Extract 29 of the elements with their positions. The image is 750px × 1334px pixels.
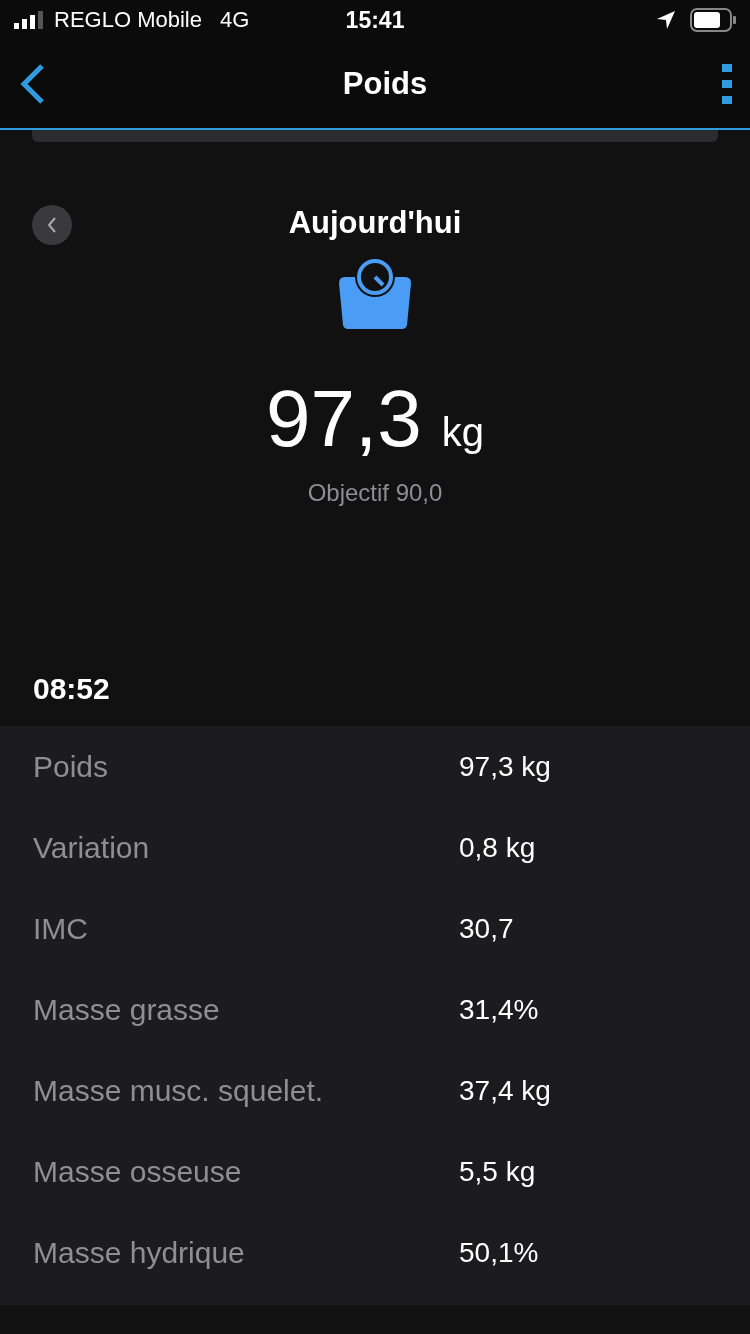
network-type: 4G [219, 7, 250, 33]
metric-value: 5,5 kg [459, 1155, 536, 1188]
chevron-left-icon [45, 216, 59, 234]
metric-label: Masse grasse [33, 992, 221, 1027]
previous-day-button[interactable] [32, 205, 72, 245]
weight-value: 97,3 [266, 373, 422, 465]
battery-icon [690, 8, 736, 32]
metric-label: Masse hydrique [33, 1235, 246, 1270]
carrier-name: REGLO Mobile [54, 7, 202, 33]
signal-icon [14, 11, 46, 29]
metric-value: 30,7 [459, 912, 514, 945]
metric-value: 31,4% [459, 993, 539, 1026]
metric-value: 37,4 kg [459, 1074, 551, 1107]
metric-value: 0,8 kg [459, 831, 536, 864]
metric-value: 50,1% [459, 1236, 539, 1269]
entry-time: 08:52 [32, 671, 111, 707]
metric-value: 97,3 kg [459, 750, 551, 783]
metric-label: Masse osseuse [33, 1154, 243, 1189]
metric-label: Variation [33, 830, 151, 865]
status-time: 15:41 [345, 6, 405, 34]
metric-label: IMC [33, 911, 89, 946]
weight-unit: kg [441, 410, 484, 455]
page-title: Poids [342, 66, 428, 102]
date-title: Aujourd'hui [288, 205, 462, 241]
goal-text: Objectif 90,0 [307, 479, 443, 507]
metric-label: Masse musc. squelet. [33, 1073, 325, 1108]
location-arrow-icon [656, 10, 676, 30]
metric-label: Poids [33, 749, 110, 784]
more-icon [722, 64, 732, 104]
